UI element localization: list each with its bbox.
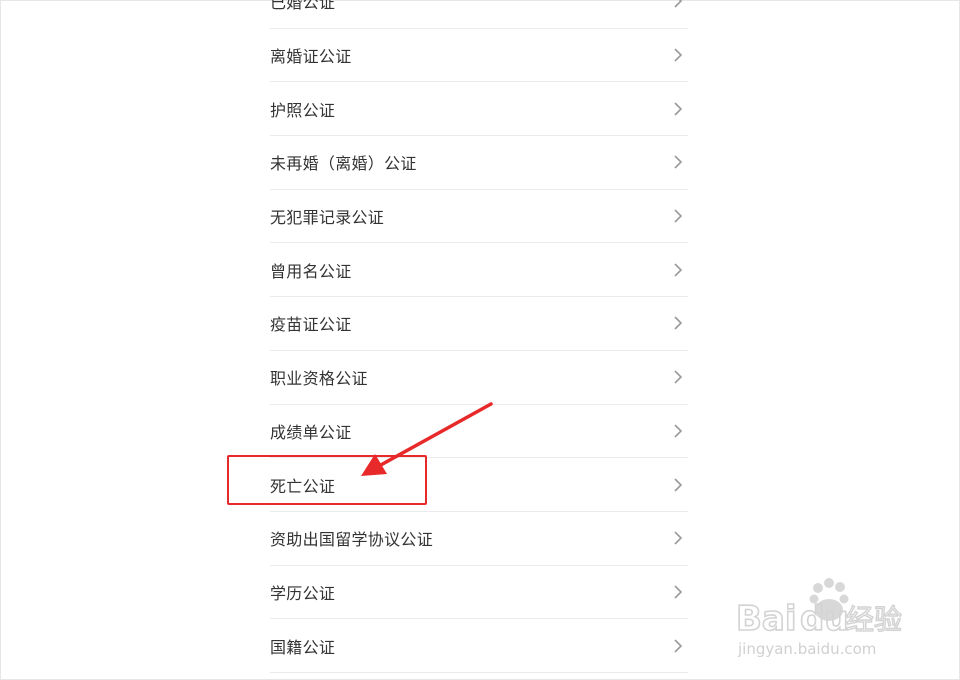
chevron-right-icon: [674, 102, 683, 116]
chevron-right-icon: [674, 209, 683, 223]
baidu-jingyan-logo-icon: Bai du 经验 jingyan.baidu.com: [735, 578, 903, 658]
list-item-professional-qualification[interactable]: 职业资格公证: [270, 351, 688, 405]
annotation-arrow-icon: [361, 402, 493, 476]
chevron-right-icon: [674, 639, 683, 653]
chevron-right-icon: [674, 531, 683, 545]
chevron-right-icon: [674, 48, 683, 62]
chevron-right-icon: [674, 424, 683, 438]
list-item-label: 已婚公证: [270, 0, 336, 13]
list-item-passport[interactable]: 护照公证: [270, 82, 688, 137]
svg-text:Bai: Bai: [736, 599, 797, 639]
chevron-right-icon: [674, 0, 683, 8]
list-item-label: 未再婚（离婚）公证: [270, 154, 417, 174]
list-item-label: 资助出国留学协议公证: [270, 530, 434, 550]
svg-text:du: du: [800, 599, 849, 639]
svg-text:经验: 经验: [846, 603, 902, 636]
chevron-right-icon: [674, 585, 683, 599]
list-item-divorce-certificate[interactable]: 离婚证公证: [270, 29, 688, 83]
list-item-married[interactable]: 已婚公证: [270, 0, 688, 29]
list-item-label: 护照公证: [270, 100, 336, 120]
watermark-url: jingyan.baidu.com: [737, 640, 876, 658]
list-item-label: 国籍公证: [270, 637, 336, 657]
list-item-study-abroad-agreement[interactable]: 资助出国留学协议公证: [270, 512, 688, 566]
chevron-right-icon: [674, 477, 683, 492]
chevron-right-icon: [674, 155, 683, 169]
list-item-label: 职业资格公证: [270, 369, 368, 389]
list-item-vaccine-certificate[interactable]: 疫苗证公证: [270, 297, 688, 351]
list-item-not-remarried[interactable]: 未再婚（离婚）公证: [270, 136, 688, 190]
list-item-education[interactable]: 学历公证: [270, 566, 688, 620]
list-item-label: 成绩单公证: [270, 422, 352, 442]
list-item-label: 学历公证: [270, 583, 336, 603]
chevron-right-icon: [674, 370, 683, 384]
chevron-right-icon: [674, 263, 683, 277]
list-item-no-criminal-record[interactable]: 无犯罪记录公证: [270, 190, 688, 244]
list-item-former-name[interactable]: 曾用名公证: [270, 243, 688, 298]
list-item-label: 离婚证公证: [270, 47, 352, 67]
notarization-type-list: 已婚公证 离婚证公证 护照公证 未再婚（离婚）公证 无犯罪记录公证 曾用名公证 …: [270, 0, 688, 673]
list-item-label: 曾用名公证: [270, 261, 352, 281]
list-item-nationality[interactable]: 国籍公证: [270, 619, 688, 673]
baidu-jingyan-watermark: Bai du 经验 jingyan.baidu.com: [732, 574, 912, 664]
list-item-label: 无犯罪记录公证: [270, 208, 385, 228]
list-item-label: 疫苗证公证: [270, 315, 352, 335]
chevron-right-icon: [674, 316, 683, 331]
